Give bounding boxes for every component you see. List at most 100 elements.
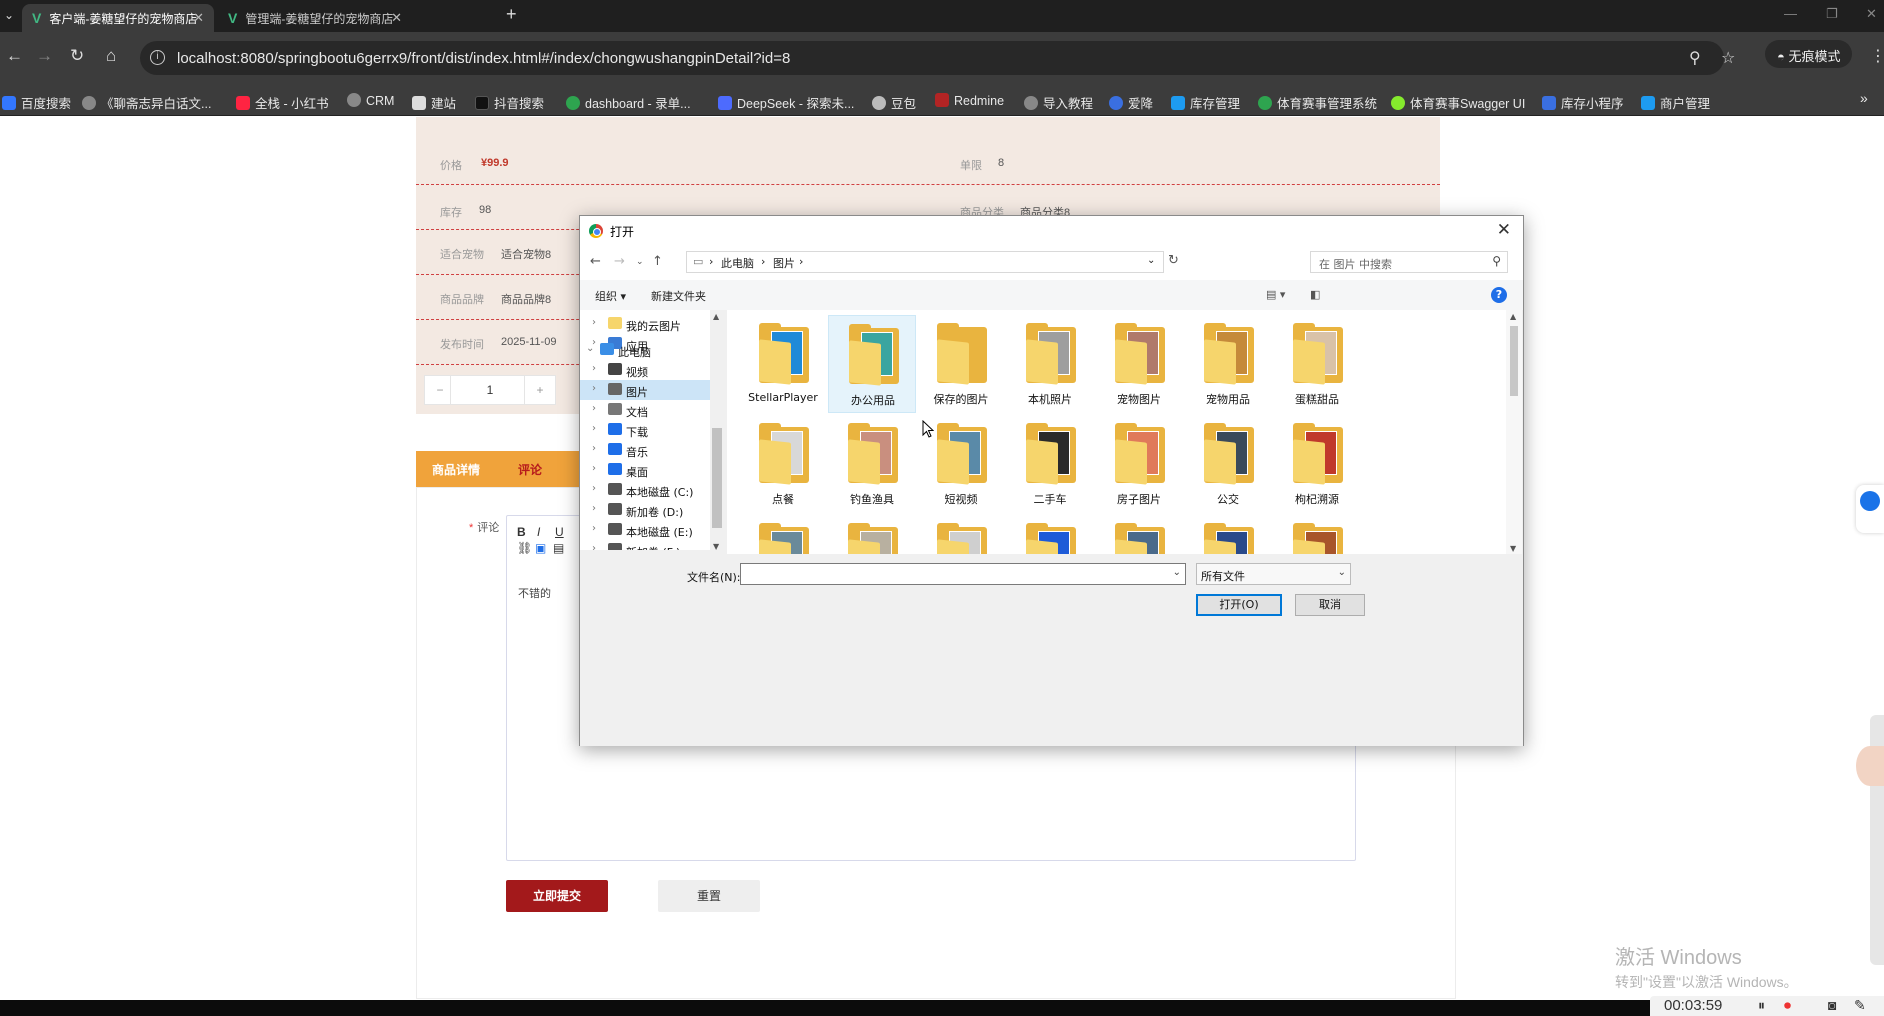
bookmark-item[interactable]: 全栈 - 小红书	[236, 93, 329, 112]
reload-icon[interactable]: ↻	[70, 46, 84, 66]
tree-item[interactable]: › 本地磁盘 (E:)	[580, 520, 710, 540]
italic-button[interactable]: I	[537, 525, 540, 539]
new-tab-icon[interactable]: +	[506, 4, 517, 25]
search-input[interactable]: 在 图片 中搜索 ⚲	[1310, 251, 1508, 273]
qty-plus-button[interactable]: +	[524, 375, 556, 405]
camera-icon[interactable]: ◙	[1828, 997, 1836, 1013]
collapsed-chevron-icon[interactable]: ›	[592, 363, 596, 374]
organize-menu[interactable]: 组织 ▾	[595, 288, 626, 304]
restore-icon[interactable]: ❐	[1826, 6, 1838, 22]
folder-item[interactable]: 蛋糕甜品	[1273, 315, 1361, 413]
folder-item[interactable]: 钓鱼渔具	[828, 415, 916, 513]
assistant-widget[interactable]	[1856, 485, 1884, 533]
comment-text[interactable]: 不错的	[518, 585, 551, 601]
up-icon[interactable]: ↑	[652, 254, 663, 269]
collapsed-chevron-icon[interactable]: ›	[592, 543, 596, 550]
cancel-button[interactable]: 取消	[1295, 594, 1365, 616]
folder-item[interactable]: 课程	[1184, 515, 1272, 556]
collapsed-chevron-icon[interactable]: ›	[592, 403, 596, 414]
folder-item[interactable]: 婚礼	[828, 515, 916, 556]
stop-record-icon[interactable]: ⏺	[1784, 997, 1791, 1014]
collapsed-chevron-icon[interactable]: ›	[592, 423, 596, 434]
folder-item[interactable]: 二手车	[1006, 415, 1094, 513]
folder-item[interactable]: 宠物用品	[1184, 315, 1272, 413]
bookmark-item[interactable]: 库存小程序	[1542, 93, 1624, 112]
incognito-badge[interactable]: ◓ 无痕模式	[1765, 40, 1853, 68]
refresh-icon[interactable]: ↻	[1168, 253, 1179, 268]
bookmark-item[interactable]: dashboard - 录单...	[566, 93, 691, 112]
tab-comments[interactable]: 评论	[518, 461, 542, 478]
view-mode-icon[interactable]: ▤ ▾	[1266, 288, 1285, 301]
breadcrumb-pc[interactable]: 此电脑	[721, 255, 754, 271]
pen-icon[interactable]: ✎	[1854, 997, 1866, 1014]
new-folder-button[interactable]: 新建文件夹	[651, 288, 706, 304]
filename-input[interactable]: ⌄	[740, 563, 1186, 585]
folder-item[interactable]: 公交	[1184, 415, 1272, 513]
tree-item[interactable]: › 视频	[580, 360, 710, 380]
bookmark-item[interactable]: 抖音搜索	[475, 93, 544, 112]
close-tab-icon[interactable]: ✕	[193, 10, 204, 26]
forward-icon[interactable]: →	[36, 46, 53, 66]
folder-item[interactable]: 点餐	[739, 415, 827, 513]
more-bookmarks-icon[interactable]: »	[1860, 90, 1868, 106]
tree-item[interactable]: › 新加卷 (F:)	[580, 540, 710, 550]
collapsed-chevron-icon[interactable]: ›	[592, 463, 596, 474]
tree-item[interactable]: › 我的云图片	[580, 314, 710, 334]
zoom-icon[interactable]: ⚲	[1689, 48, 1701, 68]
bookmark-item[interactable]: 商户管理	[1641, 93, 1710, 112]
tree-item[interactable]: › 图片	[580, 380, 710, 400]
bookmark-item[interactable]: 体育赛事Swagger UI	[1391, 93, 1525, 112]
bookmark-item[interactable]: Redmine	[935, 93, 1004, 108]
folder-item[interactable]: 零食	[1273, 515, 1361, 556]
submit-button[interactable]: 立即提交	[506, 880, 608, 912]
home-icon[interactable]: ⌂	[106, 46, 116, 66]
link-icon[interactable]: ⛓	[517, 541, 532, 555]
bookmark-item[interactable]: 《聊斋志异白话文...	[82, 93, 211, 112]
bold-button[interactable]: B	[517, 525, 526, 539]
back-icon[interactable]: ←	[590, 254, 601, 269]
folder-item[interactable]: 教育	[1006, 515, 1094, 556]
bookmark-star-icon[interactable]: ☆	[1721, 48, 1735, 68]
tab-client[interactable]: V 客户端-姜糖望仔的宠物商店 ✕	[22, 4, 214, 32]
bookmark-item[interactable]: 百度搜索	[2, 93, 71, 112]
open-button[interactable]: 打开(O)	[1196, 594, 1282, 616]
scroll-up-icon[interactable]: ▲	[1510, 312, 1516, 321]
tree-item[interactable]: › 新加卷 (D:)	[580, 500, 710, 520]
folder-item[interactable]: 保存的图片	[917, 315, 1005, 413]
folder-item[interactable]: 宠物图片	[1095, 315, 1183, 413]
folder-item[interactable]: 酒店	[1095, 515, 1183, 556]
bookmark-item[interactable]: 体育赛事管理系统	[1258, 93, 1377, 112]
bookmark-item[interactable]: 库存管理	[1171, 93, 1240, 112]
forward-icon[interactable]: →	[614, 254, 625, 269]
collapsed-chevron-icon[interactable]: ›	[592, 483, 596, 494]
tab-search-chevron-icon[interactable]: ⌄	[4, 8, 14, 22]
bookmark-item[interactable]: CRM	[347, 93, 394, 108]
collapsed-chevron-icon[interactable]: ›	[592, 503, 596, 514]
breadcrumb-pictures[interactable]: 图片	[773, 255, 795, 271]
folder-item[interactable]: 枸杞溯源	[1273, 415, 1361, 513]
tree-scrollbar[interactable]: ▲ ▼	[710, 310, 724, 554]
recent-locations-icon[interactable]: ⌄	[636, 257, 644, 267]
menu-icon[interactable]: ⋮	[1870, 46, 1884, 66]
collapsed-chevron-icon[interactable]: ›	[592, 317, 596, 328]
bookmark-item[interactable]: DeepSeek - 探索未...	[718, 93, 854, 112]
collapsed-chevron-icon[interactable]: ›	[592, 383, 596, 394]
folder-item[interactable]: StellarPlayer	[739, 315, 827, 413]
scroll-down-icon[interactable]: ▼	[1510, 544, 1516, 553]
file-type-select[interactable]: 所有文件 ⌄	[1196, 563, 1351, 585]
scroll-down-icon[interactable]: ▼	[713, 542, 719, 551]
bookmark-item[interactable]: 爱降	[1109, 93, 1153, 112]
folder-item[interactable]: 房子图片	[1095, 415, 1183, 513]
tree-item[interactable]: › 文档	[580, 400, 710, 420]
avatar[interactable]	[1856, 746, 1884, 786]
path-bar[interactable]: ▭ › 此电脑 › 图片 › ⌄	[686, 251, 1164, 273]
url-text[interactable]: localhost:8080/springbootu6gerrx9/front/…	[177, 50, 790, 67]
reset-button[interactable]: 重置	[658, 880, 760, 912]
close-icon[interactable]: ✕	[1497, 220, 1511, 240]
qty-input[interactable]: 1	[450, 375, 530, 405]
back-icon[interactable]: ←	[6, 46, 23, 66]
close-window-icon[interactable]: ✕	[1866, 6, 1877, 22]
omnibox[interactable]: i localhost:8080/springbootu6gerrx9/fron…	[140, 41, 1735, 75]
tree-item[interactable]: › 下载	[580, 420, 710, 440]
site-info-icon[interactable]: i	[150, 50, 165, 65]
